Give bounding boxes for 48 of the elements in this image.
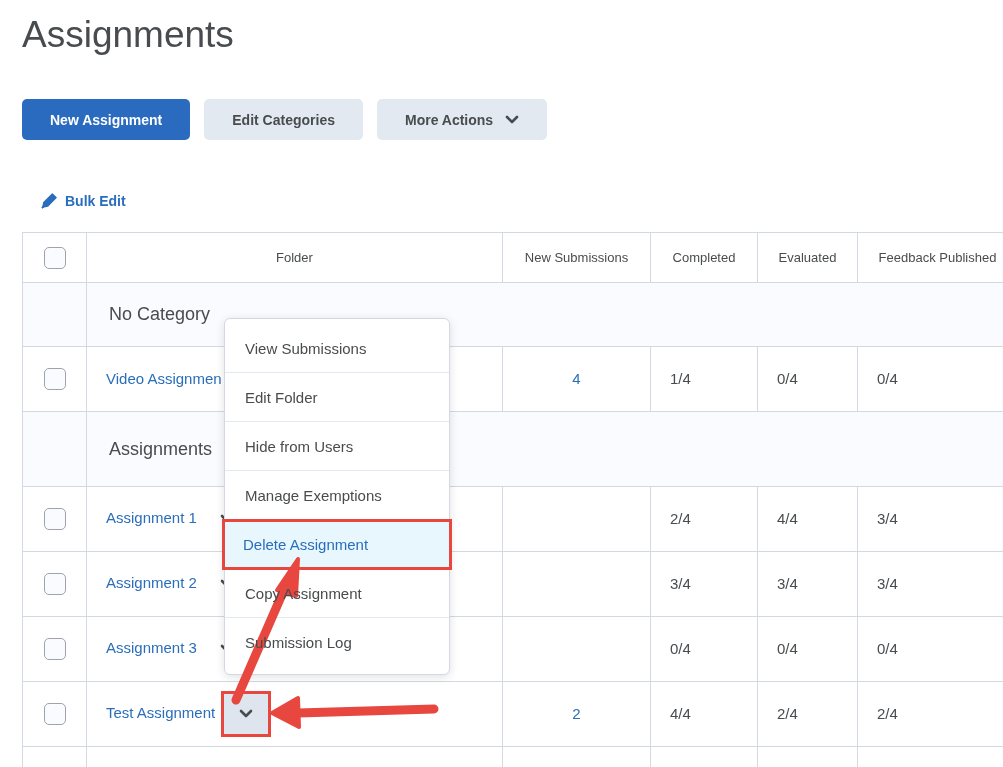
table-cell-text: 2/4: [669, 510, 691, 527]
select-all-checkbox[interactable]: [43, 246, 66, 269]
table-cell-text: 0/4: [669, 640, 691, 657]
chevron-down-icon: [238, 709, 253, 719]
dropdown-button[interactable]: More Actions: [377, 99, 548, 140]
table-cell-text: 3/4: [776, 575, 798, 592]
actions-button[interactable]: [223, 694, 268, 734]
assignment-link[interactable]: Assignment 2: [106, 574, 197, 592]
menu-item[interactable]: Edit Folder: [225, 373, 449, 422]
column-header: Folder: [276, 250, 313, 265]
row-checkbox[interactable]: [43, 368, 66, 390]
bulk-edit-link[interactable]: Bulk Edit: [40, 191, 126, 210]
menu-item[interactable]: View Submissions: [225, 324, 449, 373]
table-cell-text: 0/4: [776, 640, 798, 657]
assignment-link[interactable]: Assignment 1: [106, 509, 197, 527]
column-header: Evaluated: [778, 250, 837, 265]
page-title: Assignments: [22, 13, 235, 57]
assignment-link[interactable]: Assignment 3: [106, 639, 197, 657]
assignment-link[interactable]: Test Assignment: [106, 704, 216, 722]
table-cell-text: 3/4: [876, 510, 898, 527]
table-cell-text: 4/4: [669, 705, 691, 722]
table-cell-text: 4/4: [776, 510, 798, 527]
chevron-down-icon: [505, 114, 520, 125]
menu-item[interactable]: Delete Assignment: [223, 520, 451, 569]
category-heading: No Category: [108, 304, 211, 324]
new-assignment-button[interactable]: New Assignment: [22, 99, 191, 140]
row-checkbox[interactable]: [43, 638, 66, 660]
row-checkbox[interactable]: [43, 703, 66, 725]
pencil-icon: [40, 191, 59, 210]
table-cell-text: 0/4: [876, 640, 898, 657]
submissions-count-link[interactable]: 2: [572, 705, 581, 722]
table-cell-text: 1/4: [669, 370, 691, 387]
column-header: New Submissions: [524, 250, 629, 265]
row-checkbox[interactable]: [43, 573, 66, 595]
column-header: Completed: [672, 250, 736, 265]
toolbar-button[interactable]: Edit Categories: [204, 99, 363, 140]
row-checkbox[interactable]: [43, 508, 66, 530]
assignment-link[interactable]: Video Assignmen: [106, 370, 222, 387]
table-cell-text: 2/4: [876, 705, 898, 722]
table-cell-text: 0/4: [776, 370, 798, 387]
column-header: Feedback Published: [878, 250, 997, 265]
table-cell-text: 0/4: [876, 370, 898, 387]
menu-item[interactable]: Hide from Users: [225, 422, 449, 471]
table-cell-text: 3/4: [669, 575, 691, 592]
table-cell-text: 2/4: [776, 705, 798, 722]
submissions-count-link[interactable]: 4: [572, 370, 581, 387]
category-heading: Assignments: [108, 438, 213, 459]
table-cell-text: 3/4: [876, 575, 898, 592]
